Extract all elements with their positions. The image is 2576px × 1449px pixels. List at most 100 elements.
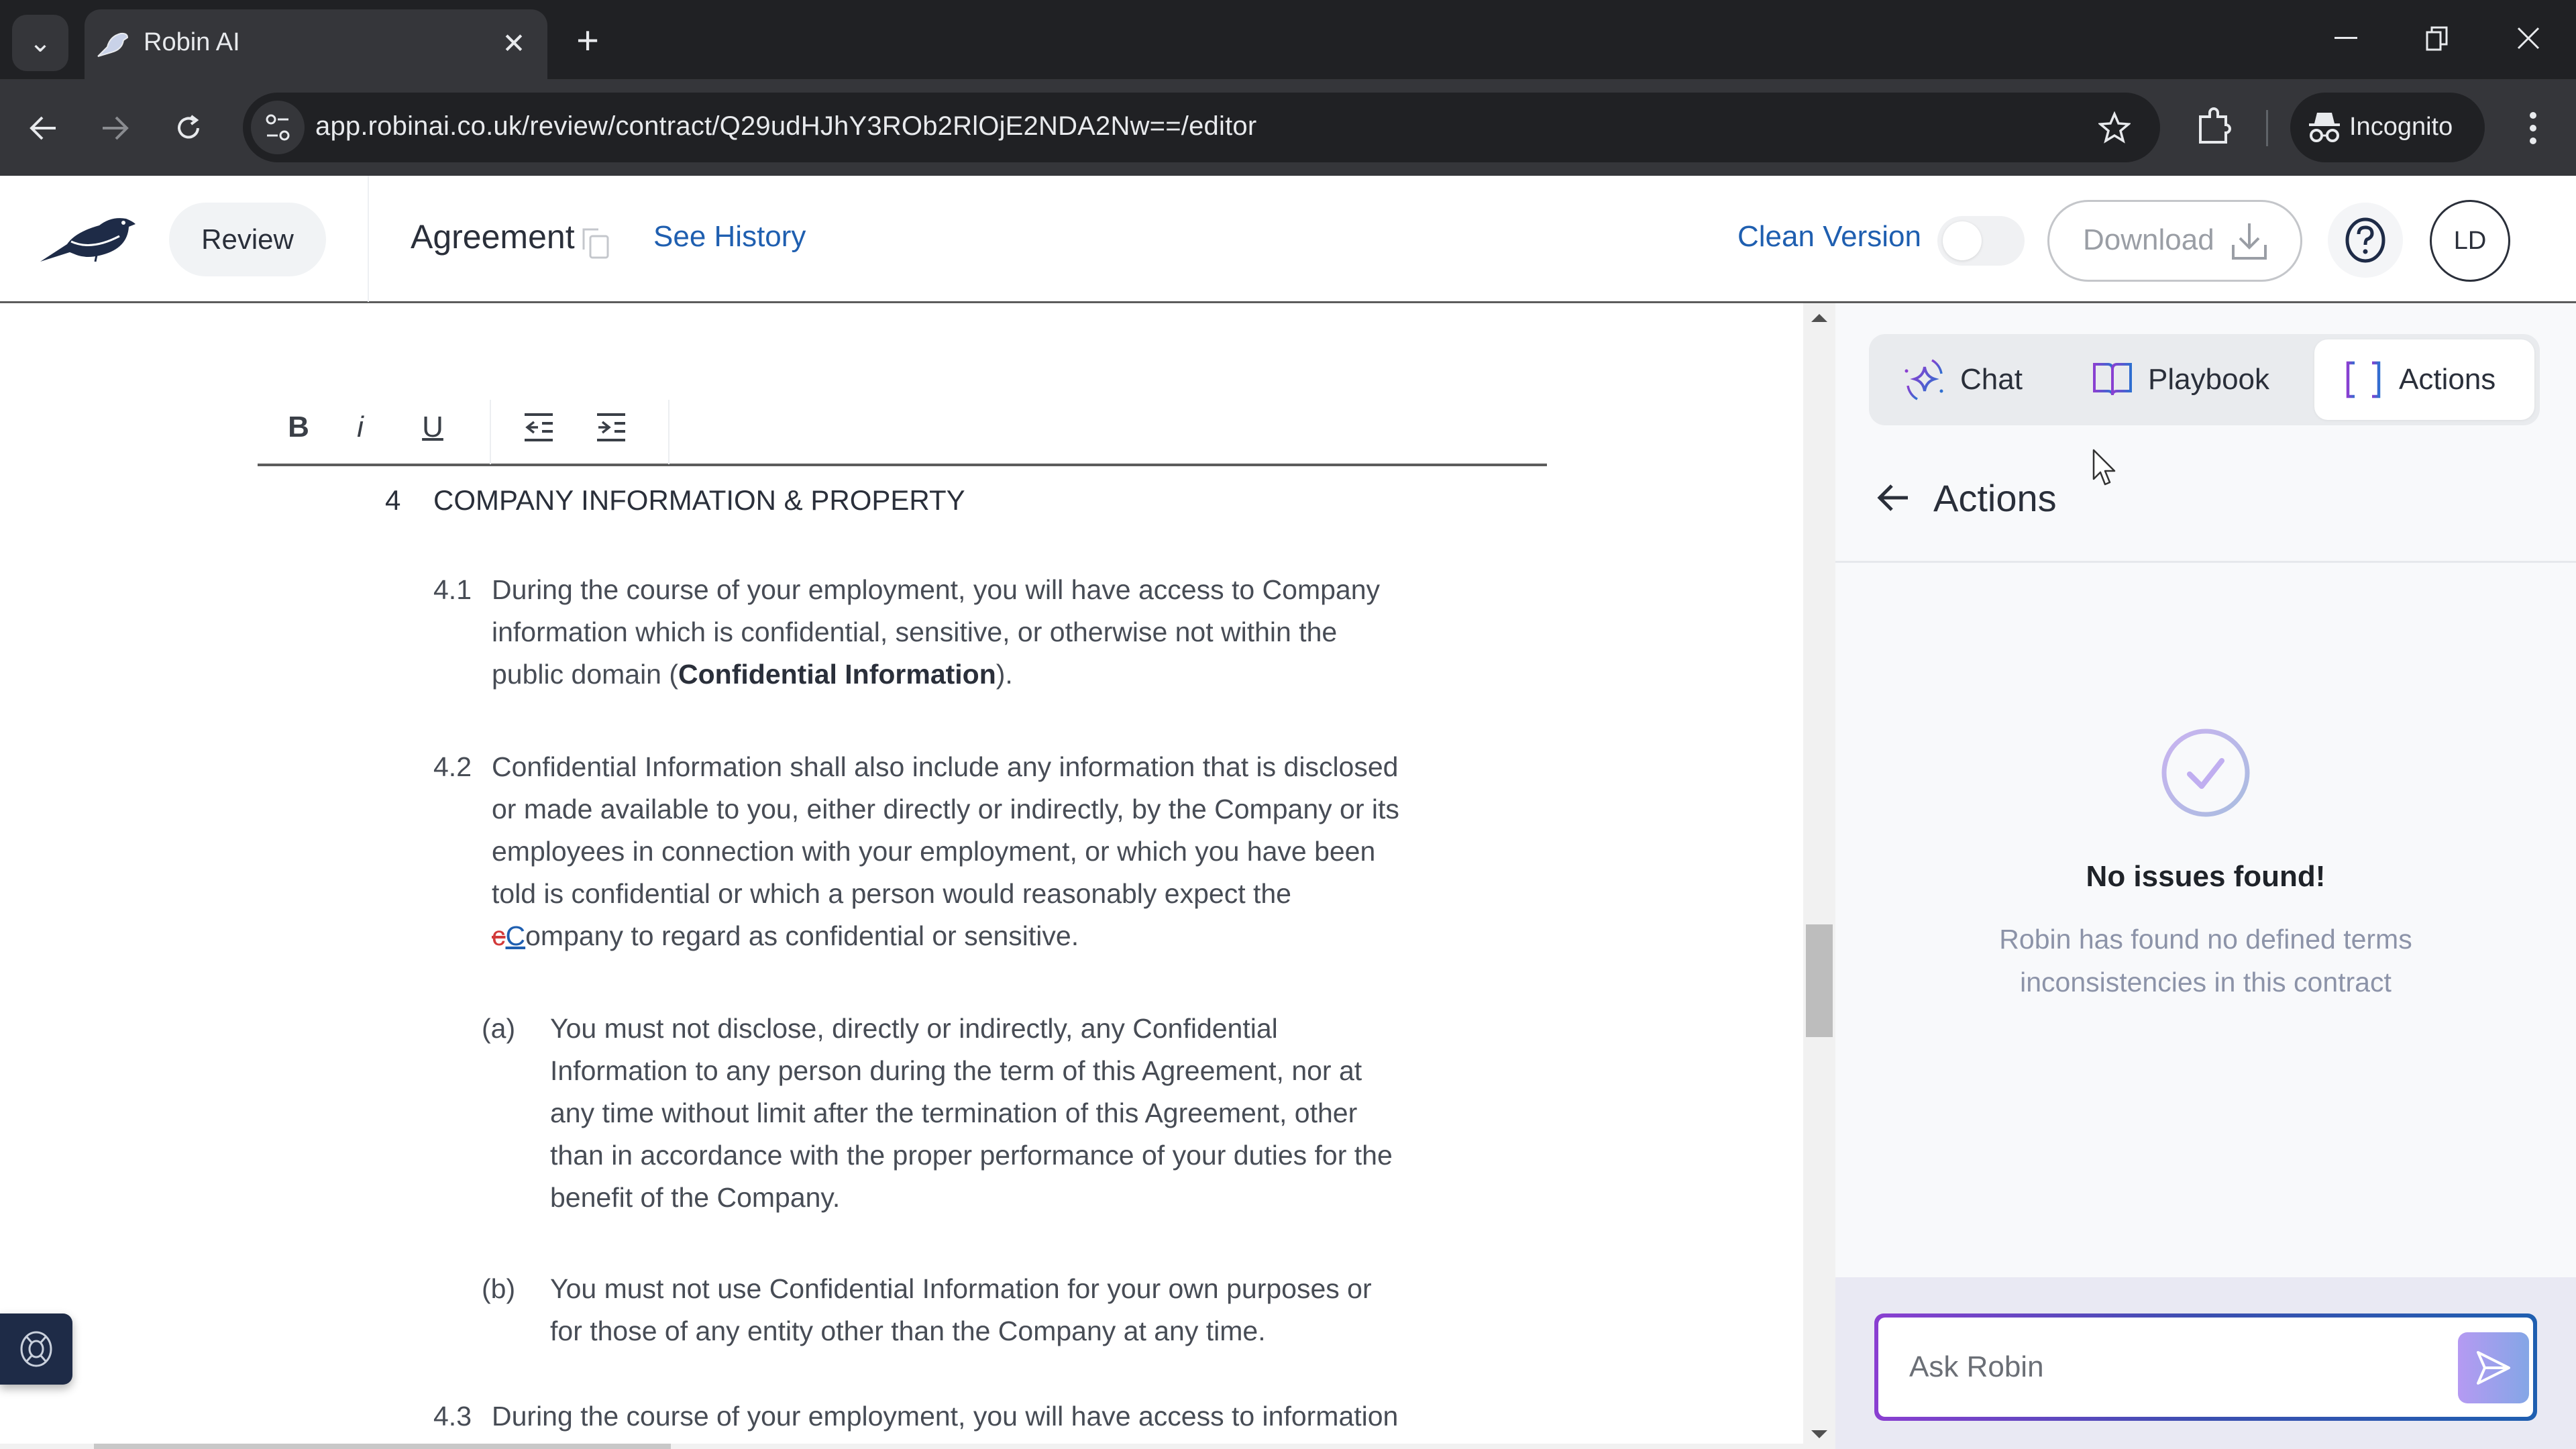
sparkle-icon	[1904, 359, 1943, 400]
scroll-up-arrow-icon[interactable]	[1811, 314, 1827, 322]
tab-search-button[interactable]: ⌄	[12, 15, 68, 71]
minimize-icon	[2334, 37, 2357, 39]
close-icon	[2517, 27, 2540, 50]
mouse-cursor-icon	[2092, 449, 2116, 486]
chevron-down-icon: ⌄	[29, 28, 52, 58]
editor-vertical-scrollbar[interactable]	[1803, 303, 1835, 1449]
clause-line: than in accordance with the proper perfo…	[550, 1140, 1393, 1171]
address-bar[interactable]: app.robinai.co.uk/review/contract/Q29udH…	[243, 93, 2160, 162]
incognito-icon	[2309, 113, 2340, 142]
restore-button[interactable]	[2407, 15, 2467, 62]
clause-line: Information to any person during the ter…	[550, 1055, 1362, 1086]
underline-icon: U	[422, 411, 443, 443]
ask-robin-input[interactable]	[1909, 1342, 2432, 1393]
minimize-button[interactable]	[2316, 15, 2376, 62]
reload-button[interactable]	[165, 105, 212, 152]
book-icon	[2093, 363, 2132, 396]
forward-button[interactable]	[91, 105, 138, 152]
tracked-insertion[interactable]: C	[506, 920, 526, 951]
download-label: Download	[2083, 223, 2214, 256]
url-text[interactable]: app.robinai.co.uk/review/contract/Q29udH…	[315, 111, 1256, 142]
clean-version-toggle[interactable]	[1937, 216, 2025, 266]
download-button[interactable]: Download	[2047, 200, 2302, 282]
indent-icon	[597, 413, 625, 441]
outdent-button[interactable]	[515, 404, 562, 451]
brackets-icon	[2346, 361, 2381, 398]
clause-text: ompany to regard as confidential or sens…	[525, 920, 1079, 951]
arrow-right-icon	[103, 116, 129, 140]
send-button[interactable]	[2458, 1332, 2529, 1403]
arrow-left-icon[interactable]	[1876, 480, 1911, 515]
ask-area	[1835, 1277, 2576, 1449]
clause-text: ).	[996, 659, 1013, 690]
underline-button[interactable]: U	[409, 404, 456, 451]
tracked-deletion[interactable]: c	[492, 920, 506, 951]
clause-4-2[interactable]: Confidential Information shall also incl…	[492, 746, 1399, 957]
clause-line: public domain (Confidential Information)…	[492, 653, 1380, 696]
clause-line: employees in connection with your employ…	[492, 836, 1376, 867]
clean-version-label: Clean Version	[1737, 220, 1921, 253]
close-window-button[interactable]	[2498, 15, 2559, 62]
see-history-link[interactable]: See History	[653, 220, 806, 254]
ask-box-inner	[1878, 1318, 2533, 1417]
user-avatar[interactable]: LD	[2430, 200, 2510, 282]
kebab-icon	[2530, 112, 2536, 119]
assistant-panel: Chat Playbook Actions Actions No issues …	[1835, 303, 2576, 1449]
bold-button[interactable]: B	[275, 404, 322, 451]
send-icon	[2477, 1351, 2510, 1385]
editor-horizontal-scrollbar[interactable]	[0, 1444, 1805, 1449]
review-button[interactable]: Review	[169, 203, 326, 276]
ask-box	[1874, 1313, 2537, 1421]
tab-playbook[interactable]: Playbook	[2090, 339, 2292, 420]
empty-state-description: Robin has found no defined terms inconsi…	[1835, 918, 2576, 1004]
support-button[interactable]	[0, 1313, 72, 1385]
subclause-label: (a)	[482, 1013, 516, 1044]
subclause-b[interactable]: You must not use Confidential Informatio…	[550, 1268, 1372, 1352]
puzzle-icon[interactable]	[2192, 106, 2235, 149]
robin-logo-icon[interactable]	[38, 213, 138, 267]
clause-line: for those of any entity other than the C…	[550, 1316, 1266, 1346]
description-line: inconsistencies in this contract	[2020, 967, 2392, 998]
incognito-indicator[interactable]: Incognito	[2290, 93, 2485, 162]
indent-button[interactable]	[588, 404, 635, 451]
app-header: Review Agreement See History Clean Versi…	[0, 176, 2576, 303]
tab-actions[interactable]: Actions	[2314, 339, 2534, 420]
subclause-a[interactable]: You must not disclose, directly or indir…	[550, 1008, 1393, 1219]
close-icon: ✕	[502, 27, 526, 59]
panel-divider	[1835, 561, 2576, 563]
site-info-button[interactable]	[251, 101, 305, 154]
tab-chat[interactable]: Chat	[1902, 339, 2063, 420]
incognito-label: Incognito	[2349, 113, 2453, 141]
new-tab-button[interactable]: +	[568, 19, 608, 62]
bookmark-button[interactable]	[2093, 106, 2136, 149]
section-number: 4	[385, 484, 401, 516]
tab-close-button[interactable]: ✕	[495, 24, 533, 62]
italic-button[interactable]: i	[337, 404, 384, 451]
browser-menu-button[interactable]	[2513, 105, 2553, 152]
clause-4-1[interactable]: During the course of your employment, yo…	[492, 569, 1380, 696]
header-divider	[368, 176, 369, 302]
back-button[interactable]	[20, 105, 67, 152]
panel-tabs: Chat Playbook Actions	[1869, 334, 2540, 425]
help-button[interactable]	[2328, 203, 2403, 278]
document-title: Agreement	[411, 218, 575, 256]
toggle-knob	[1943, 221, 1982, 260]
empty-state-title: No issues found!	[2086, 860, 2326, 893]
clause-line: cCompany to regard as confidential or se…	[492, 915, 1399, 957]
clause-line: Confidential Information shall also incl…	[492, 751, 1399, 782]
clause-4-3[interactable]: During the course of your employment, yo…	[492, 1395, 1398, 1438]
actions-header: Actions	[1876, 471, 2057, 525]
description-line: Robin has found no defined terms	[1999, 924, 2412, 955]
copy-icon[interactable]	[581, 227, 612, 260]
outdent-icon	[525, 413, 553, 441]
browser-tab[interactable]: Robin AI ✕	[85, 9, 547, 79]
toolbar-divider	[2266, 110, 2268, 146]
clause-line: told is confidential or which a person w…	[492, 878, 1291, 909]
scrollbar-thumb[interactable]	[1806, 924, 1833, 1037]
document-editor[interactable]: B i U 4 COMPANY INFORMATION & PROPERTY 4…	[0, 303, 1805, 1449]
scrollbar-thumb[interactable]	[94, 1444, 671, 1449]
tune-icon	[266, 114, 290, 141]
scroll-down-arrow-icon[interactable]	[1811, 1430, 1827, 1438]
browser-toolbar: app.robinai.co.uk/review/contract/Q29udH…	[0, 79, 2576, 176]
help-icon	[2345, 217, 2385, 263]
